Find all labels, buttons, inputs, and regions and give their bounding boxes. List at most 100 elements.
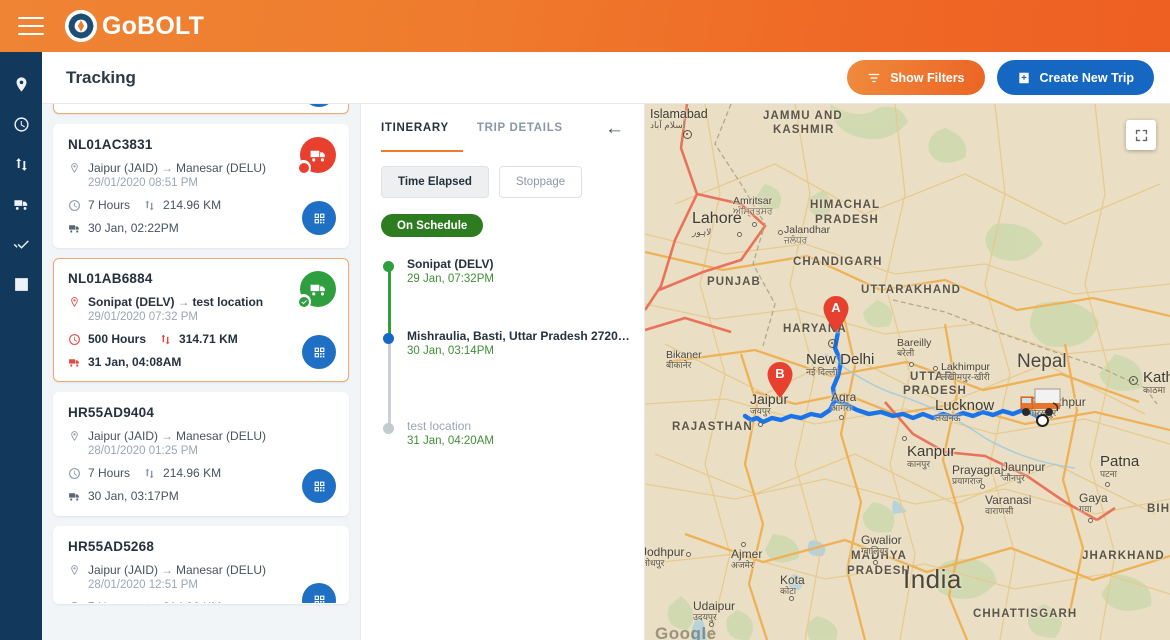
trip-distance: 214.96 KM	[163, 198, 221, 212]
create-new-trip-label: Create New Trip	[1040, 71, 1134, 85]
fullscreen-icon	[1134, 128, 1149, 143]
trip-duration: 7 Hours	[88, 198, 130, 212]
metric-toggle-group: Time Elapsed Stoppage	[361, 152, 644, 198]
status-badge: On Schedule	[381, 214, 483, 237]
compass-logo-icon	[64, 9, 98, 43]
check-circle-icon	[298, 296, 310, 308]
itinerary-panel: ITINERARY TRIP DETAILS ← Time Elapsed St…	[360, 104, 645, 640]
trip-route: Jaipur (JAID)→Manesar (DELU)	[88, 563, 266, 577]
map-canvas[interactable]: JAMMU AND KASHMIR HIMACHAL PRADESH CHAND…	[645, 104, 1170, 640]
brand-name: GoBOLT	[102, 14, 204, 39]
trip-duration: 500 Hours	[88, 332, 146, 346]
location-pin-icon	[13, 76, 30, 93]
trip-route: Jaipur (JAID)→Manesar (DELU)	[88, 161, 266, 175]
tab-itinerary[interactable]: ITINERARY	[381, 104, 449, 152]
create-new-trip-button[interactable]: Create New Trip	[997, 60, 1154, 95]
sidebar-item-reports[interactable]	[0, 264, 42, 304]
clock-icon	[68, 333, 81, 346]
clock-icon	[68, 467, 81, 480]
show-filters-button[interactable]: Show Filters	[847, 60, 984, 95]
trip-distance: 214.96 KM	[163, 466, 221, 480]
sidebar-item-history[interactable]	[0, 104, 42, 144]
trip-metrics: 7 Hours 214.96 KM	[68, 466, 334, 480]
sidebar-item-vehicles[interactable]	[0, 184, 42, 224]
timeline-connector	[388, 343, 391, 433]
trip-start-datetime: 28/01/2020 12:51 PM	[88, 579, 334, 591]
transfer-arrows-icon	[13, 156, 30, 173]
plus-square-icon	[1017, 71, 1031, 85]
fullscreen-button[interactable]	[1126, 120, 1156, 150]
truck-icon	[68, 490, 81, 503]
stop-time: 31 Jan, 04:20AM	[407, 435, 644, 447]
trip-card[interactable]: HR55AD5268 Jaipur (JAID)→Manesar (DELU) …	[53, 526, 349, 604]
clock-icon	[13, 116, 30, 133]
clock-icon	[68, 199, 81, 212]
timeline-dot-icon	[383, 333, 394, 344]
qr-code-icon	[313, 212, 326, 225]
itinerary-tabs: ITINERARY TRIP DETAILS ←	[361, 104, 644, 152]
trip-metrics: 7 Hours 214.96 KM	[68, 198, 334, 212]
sidebar-item-tracking[interactable]	[0, 64, 42, 104]
trip-metrics: 7 Hours 214.96 KM	[68, 600, 334, 604]
sidebar-item-completed[interactable]	[0, 224, 42, 264]
stop-name: test location	[407, 419, 635, 433]
trip-eta: 30 Jan, 03:17PM	[88, 489, 179, 503]
hamburger-icon[interactable]	[18, 17, 44, 35]
qr-code-badge[interactable]	[302, 104, 336, 107]
segment-stoppage[interactable]: Stoppage	[499, 166, 582, 198]
timeline-stop[interactable]: Sonipat (DELV) 29 Jan, 07:32PM	[407, 257, 644, 329]
header-actions: Show Filters Create New Trip	[847, 60, 1154, 95]
stop-time: 30 Jan, 03:14PM	[407, 345, 644, 357]
double-check-icon	[13, 236, 30, 253]
stop-name: Mishraulia, Basti, Uttar Pradesh 272002,…	[407, 329, 635, 343]
transfer-arrows-icon	[159, 333, 172, 346]
map-basemap	[645, 104, 1170, 640]
tab-trip-details[interactable]: TRIP DETAILS	[477, 104, 563, 152]
trip-vehicle-id: NL01AB6884	[68, 271, 334, 286]
sidebar-rail	[0, 52, 42, 640]
truck-icon	[68, 356, 81, 369]
trip-vehicle-id: HR55AD9404	[68, 405, 334, 420]
trip-card[interactable]: HR55AD9404 Jaipur (JAID)→Manesar (DELU) …	[53, 392, 349, 516]
qr-code-badge[interactable]	[302, 201, 336, 235]
trip-card[interactable]: NL01AC3831 Jaipur (JAID)→Manesar (DELU) …	[53, 124, 349, 248]
timeline-stop[interactable]: Mishraulia, Basti, Uttar Pradesh 272002,…	[407, 329, 644, 419]
show-filters-label: Show Filters	[890, 71, 964, 85]
tracking-app: GoBOLT	[0, 0, 1170, 640]
location-pin-icon	[68, 296, 81, 309]
trip-distance: 314.71 KM	[179, 332, 238, 346]
truck-icon	[13, 196, 30, 213]
qr-code-icon	[313, 594, 326, 605]
timeline-stop[interactable]: test location 31 Jan, 04:20AM	[407, 419, 644, 447]
location-pin-icon	[68, 564, 81, 577]
transfer-arrows-icon	[143, 467, 156, 480]
timeline-dot-icon	[383, 423, 394, 434]
arrow-left-icon[interactable]: ←	[605, 119, 624, 138]
stop-time: 29 Jan, 07:32PM	[407, 273, 644, 285]
trip-start-datetime: 29/01/2020 07:32 PM	[88, 311, 334, 323]
transfer-arrows-icon	[143, 601, 156, 605]
truck-icon	[68, 222, 81, 235]
qr-code-badge[interactable]	[302, 469, 336, 503]
top-bar: GoBOLT	[0, 0, 1170, 52]
page-header: Tracking Show Filters Create New Trip	[42, 52, 1170, 104]
clock-icon	[68, 601, 81, 605]
delayed-indicator	[296, 160, 311, 175]
transfer-arrows-icon	[143, 199, 156, 212]
trip-list[interactable]: 30 Jan, 03:17PM NL01AC3831 Jaipur (JAID)…	[42, 104, 360, 640]
trip-status-badge	[300, 137, 336, 173]
trip-card[interactable]: NL01AB6884 Sonipat (DELV)→test location …	[53, 258, 349, 382]
sidebar-item-transfers[interactable]	[0, 144, 42, 184]
bar-chart-icon	[13, 276, 30, 293]
brand-logo[interactable]: GoBOLT	[64, 9, 204, 43]
truck-icon	[309, 146, 328, 165]
trip-metrics: 500 Hours 314.71 KM	[68, 332, 334, 346]
trip-start-datetime: 29/01/2020 08:51 PM	[88, 177, 334, 189]
trip-card[interactable]: 30 Jan, 03:17PM	[53, 104, 349, 114]
qr-code-icon	[313, 480, 326, 493]
segment-time-elapsed[interactable]: Time Elapsed	[381, 166, 489, 198]
qr-code-badge[interactable]	[302, 335, 336, 369]
location-pin-icon	[68, 162, 81, 175]
trip-route: Sonipat (DELV)→test location	[88, 295, 263, 309]
trip-duration: 7 Hours	[88, 466, 130, 480]
